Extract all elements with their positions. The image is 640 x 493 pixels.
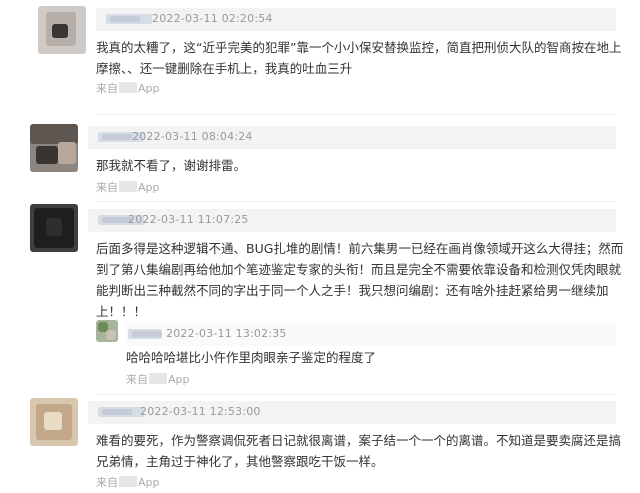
comment-source: 来自 App (96, 476, 160, 489)
user-avatar[interactable] (30, 124, 78, 172)
comment-source: 来自 App (96, 181, 160, 194)
user-avatar[interactable] (96, 320, 118, 342)
comment-source: 来自 App (96, 82, 160, 95)
comment-text: 后面多得是这种逻辑不通、BUG扎堆的剧情！前六集男一已经在画肖像领域开这么大得挂… (96, 241, 624, 319)
divider (96, 201, 616, 202)
comment-meta: 2022-03-11 11:07:25 (88, 209, 616, 232)
comment-meta: 2022-03-11 12:53:00 (88, 401, 616, 424)
comment-text: 难看的要死，作为警察调侃死者日记就很离谱，案子结一个一个的离谱。不知道是要卖腐还… (96, 433, 622, 469)
app-name-blurred (119, 181, 137, 192)
comment-meta: 2022-03-11 08:04:24 (88, 126, 616, 149)
app-name-blurred (119, 476, 137, 487)
app-name-blurred (149, 373, 167, 384)
username-blurred[interactable] (106, 14, 152, 24)
comment-text: 那我就不看了，谢谢排雷。 (96, 158, 247, 173)
app-name-blurred (119, 82, 137, 93)
comment-timestamp: 2022-03-11 11:07:25 (128, 213, 249, 226)
user-avatar[interactable] (38, 6, 86, 54)
comment-source: 来自 App (126, 373, 190, 386)
comment-timestamp: 2022-03-11 08:04:24 (132, 130, 253, 143)
comment-text: 我真的太糟了，这“近乎完美的犯罪”靠一个小小保安替换监控，简直把刑侦大队的智商按… (96, 40, 622, 76)
comment-timestamp: 2022-03-11 02:20:54 (152, 12, 273, 25)
divider (96, 394, 616, 395)
username-blurred[interactable] (98, 407, 144, 417)
user-avatar[interactable] (30, 398, 78, 446)
username-blurred[interactable] (128, 329, 162, 339)
user-avatar[interactable] (30, 204, 78, 252)
comment-timestamp: 2022-03-11 13:02:35 (166, 327, 287, 340)
comment-meta: 2022-03-11 13:02:35 (126, 323, 616, 346)
reply-text: 哈哈哈哈堪比小仵作里肉眼亲子鉴定的程度了 (126, 350, 377, 365)
comment-meta: 2022-03-11 02:20:54 (96, 8, 616, 31)
divider (96, 114, 616, 115)
comment-timestamp: 2022-03-11 12:53:00 (140, 405, 261, 418)
